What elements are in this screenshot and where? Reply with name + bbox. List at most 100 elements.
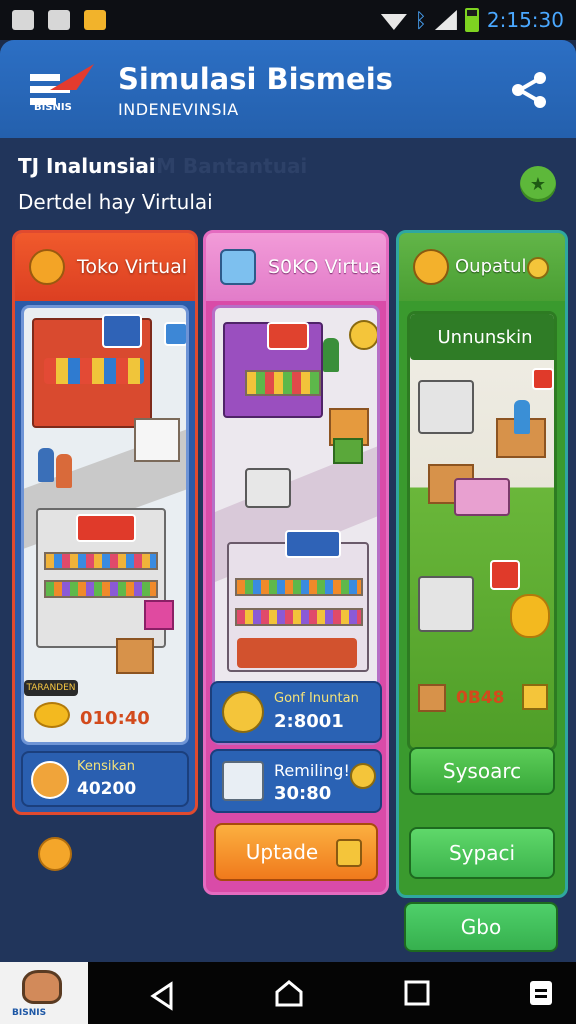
stat-label: Remiling! bbox=[274, 761, 350, 780]
sysoarc-button-label: Sysoarc bbox=[442, 759, 522, 783]
sysoarc-button[interactable]: Sysoarc bbox=[409, 747, 555, 795]
shelf-sign bbox=[285, 530, 341, 558]
box-icon bbox=[29, 249, 65, 285]
stat-label: Kensikan bbox=[77, 759, 136, 774]
sale-tag bbox=[490, 560, 520, 590]
column-header: Toko Virtual bbox=[15, 233, 195, 301]
notification-icons bbox=[12, 10, 106, 30]
notification-icon bbox=[84, 10, 106, 30]
edit-icon[interactable] bbox=[38, 837, 72, 871]
coin-icon bbox=[350, 763, 376, 789]
back-icon[interactable] bbox=[144, 978, 174, 1011]
note-icon bbox=[336, 839, 362, 867]
shelf-counter bbox=[237, 638, 357, 668]
stat-label: Gonf Inuntan bbox=[274, 691, 359, 706]
gbo-button-label: Gbo bbox=[460, 915, 502, 939]
tag-icon[interactable] bbox=[532, 368, 554, 390]
shopping-cart bbox=[418, 380, 474, 434]
shop-sign bbox=[102, 314, 142, 348]
price-value: 010:40 bbox=[80, 708, 150, 729]
star-badge-icon[interactable]: ★ bbox=[520, 166, 556, 202]
page-subtitle: INDENEVINSIA bbox=[118, 100, 239, 119]
avatar bbox=[22, 970, 62, 1004]
shelf-products bbox=[235, 608, 363, 626]
stat-card[interactable]: Kensikan 40200 bbox=[21, 751, 189, 807]
gallery-icon bbox=[12, 10, 34, 30]
shopping-cart bbox=[245, 468, 291, 508]
column-header: S0KO Virtua bbox=[206, 233, 386, 301]
stat-value: 2:8001 bbox=[274, 711, 344, 732]
coins-icon bbox=[34, 702, 70, 728]
column-soko-virtua[interactable]: S0KO Virtua Gonf Inuntan 2:8001 Remiling bbox=[203, 230, 389, 895]
column-toko-virtual[interactable]: Toko Virtual TARANDEN 010:40 Kensikan 40… bbox=[12, 230, 198, 815]
recent-app-thumbnail[interactable]: BISNIS bbox=[0, 962, 88, 1024]
home-icon[interactable] bbox=[274, 978, 304, 1008]
system-icons: ᛒ 2:15:30 bbox=[380, 8, 564, 32]
market-scene[interactable] bbox=[212, 305, 380, 745]
intro-heading: TJ Inalunsiai bbox=[18, 154, 156, 178]
stat-value: 30:80 bbox=[274, 783, 332, 804]
package-icon bbox=[222, 761, 264, 801]
shelf-products bbox=[44, 552, 158, 570]
page-title: Simulasi Bismeis bbox=[118, 62, 393, 96]
shelf-products bbox=[235, 578, 363, 596]
check-icon[interactable] bbox=[349, 320, 377, 350]
coins-icon bbox=[510, 594, 550, 638]
shelf-products bbox=[44, 580, 158, 598]
update-button-label: Uptade bbox=[245, 840, 319, 864]
update-button[interactable]: Uptade bbox=[214, 823, 378, 881]
person-figure bbox=[56, 454, 72, 488]
ribbon-label: TARANDEN bbox=[24, 680, 78, 696]
shelf-sign bbox=[76, 514, 136, 542]
system-navigation-bar: BISNIS bbox=[0, 962, 576, 1024]
shopping-cart bbox=[418, 576, 474, 632]
store-scene[interactable]: TARANDEN 010:40 bbox=[21, 305, 189, 745]
thumbnail-label: BISNIS bbox=[12, 1008, 47, 1018]
scene-banner: Unnunskin bbox=[410, 314, 554, 360]
cardboard-box bbox=[116, 638, 154, 674]
shop-sign bbox=[267, 322, 309, 350]
stat-value: 40200 bbox=[77, 779, 137, 799]
intro-heading-faded: M Bantantuai bbox=[156, 154, 308, 178]
recent-apps-icon[interactable] bbox=[402, 978, 432, 1008]
cube-icon bbox=[220, 249, 256, 285]
sypaci-button[interactable]: Sypaci bbox=[409, 827, 555, 879]
column-oupatul[interactable]: Oupatul Unnunskin 0B48 Sysoarc Sypaci bbox=[396, 230, 568, 898]
status-bar: ᛒ 2:15:30 bbox=[0, 0, 576, 40]
price-value: 0B48 bbox=[456, 688, 505, 708]
share-icon[interactable] bbox=[512, 72, 548, 108]
clock: 2:15:30 bbox=[486, 8, 564, 32]
stall bbox=[134, 418, 180, 462]
wifi-icon bbox=[380, 14, 407, 30]
person-figure bbox=[323, 338, 339, 372]
warehouse-scene[interactable]: Unnunskin 0B48 bbox=[407, 311, 557, 751]
column-title: Oupatul bbox=[455, 256, 527, 277]
stat-card-remaining[interactable]: Remiling! 30:80 bbox=[210, 749, 382, 813]
column-header: Oupatul bbox=[399, 233, 565, 301]
sypaci-button-label: Sypaci bbox=[448, 841, 516, 865]
app-header: BISNIS Simulasi Bismeis INDENEVINSIA bbox=[0, 40, 576, 138]
gift-box bbox=[144, 600, 174, 630]
menu-icon[interactable] bbox=[526, 978, 556, 1008]
shelf-products bbox=[245, 370, 321, 396]
person-figure bbox=[514, 400, 530, 434]
column-title: Toko Virtual bbox=[77, 256, 188, 278]
image-icon bbox=[48, 10, 70, 30]
tools-icon bbox=[222, 691, 264, 733]
coin-icon bbox=[522, 684, 548, 710]
stat-card-income[interactable]: Gonf Inuntan 2:8001 bbox=[210, 681, 382, 743]
cardboard-box bbox=[418, 684, 446, 712]
column-title: S0KO Virtua bbox=[268, 256, 382, 278]
gbo-button[interactable]: Gbo bbox=[404, 902, 558, 952]
intro-subheading: Dertdel hay Virtulai bbox=[18, 190, 213, 214]
check-icon[interactable] bbox=[164, 322, 186, 346]
avatar bbox=[31, 761, 69, 799]
signal-icon bbox=[434, 10, 457, 30]
logo-text: BISNIS bbox=[34, 102, 72, 113]
person-figure bbox=[38, 448, 54, 482]
green-crate bbox=[333, 438, 363, 464]
app-window: BISNIS Simulasi Bismeis INDENEVINSIA TJ … bbox=[0, 40, 576, 962]
bag-icon bbox=[413, 249, 449, 285]
bluetooth-icon: ᛒ bbox=[414, 8, 427, 32]
app-logo: BISNIS bbox=[30, 62, 94, 118]
